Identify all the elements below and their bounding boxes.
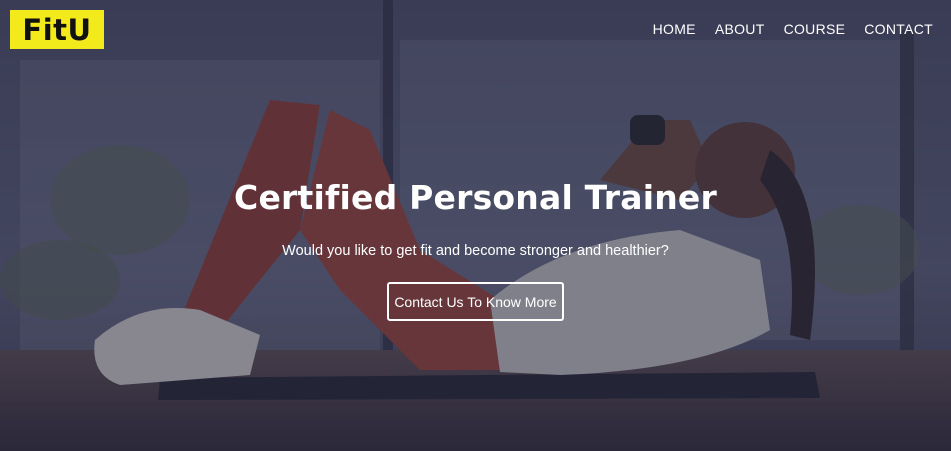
brand-logo[interactable]: FitU xyxy=(10,10,104,49)
contact-us-button[interactable]: Contact Us To Know More xyxy=(387,282,564,321)
nav-item-home[interactable]: HOME xyxy=(653,21,696,37)
contact-us-button-label: Contact Us To Know More xyxy=(394,293,557,310)
hero-subtext: Would you like to get fit and become str… xyxy=(282,243,669,259)
nav-item-about[interactable]: ABOUT xyxy=(715,21,765,37)
hero-headline: Certified Personal Trainer xyxy=(234,178,717,217)
nav-item-course[interactable]: COURSE xyxy=(784,21,846,37)
main-nav: HOME ABOUT COURSE CONTACT xyxy=(653,21,933,37)
hero-section xyxy=(0,0,951,451)
brand-logo-text: FitU xyxy=(22,12,92,47)
nav-item-contact[interactable]: CONTACT xyxy=(864,21,933,37)
hero-overlay xyxy=(0,0,951,451)
